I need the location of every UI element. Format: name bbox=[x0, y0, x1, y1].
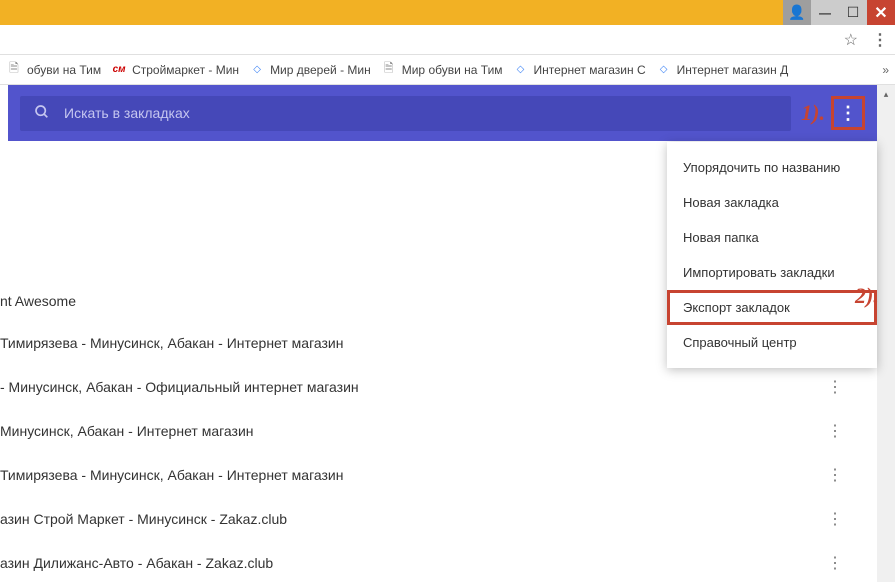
scroll-up-icon[interactable]: ▴ bbox=[877, 85, 895, 103]
maximize-button[interactable]: ☐ bbox=[839, 0, 867, 25]
bookmark-item[interactable]: смСтроймаркет - Мин bbox=[111, 62, 239, 78]
page-icon: 🗎 bbox=[381, 62, 397, 78]
annotation-1: 1). bbox=[801, 100, 825, 126]
overflow-chevron-icon[interactable]: » bbox=[882, 63, 889, 77]
bookmark-row[interactable]: Тимирязева - Минусинск, Абакан - Интерне… bbox=[0, 453, 877, 497]
menu-new-folder[interactable]: Новая папка bbox=[667, 220, 877, 255]
bookmark-item[interactable]: ◇Мир дверей - Мин bbox=[249, 62, 371, 78]
kebab-icon[interactable]: ⋮ bbox=[827, 421, 843, 441]
kebab-icon: ⋮ bbox=[839, 103, 857, 124]
diamond-icon: ◇ bbox=[656, 62, 672, 78]
menu-import-bookmarks[interactable]: Импортировать закладки bbox=[667, 255, 877, 290]
bookmark-row[interactable]: Минусинск, Абакан - Интернет магазин⋮ bbox=[0, 409, 877, 453]
kebab-icon[interactable]: ⋮ bbox=[827, 509, 843, 529]
bookmark-item[interactable]: 🗎обуви на Тим bbox=[6, 62, 101, 78]
search-icon bbox=[34, 104, 50, 123]
kebab-icon[interactable]: ⋮ bbox=[827, 553, 843, 573]
menu-sort-by-name[interactable]: Упорядочить по названию bbox=[667, 150, 877, 185]
bookmark-item[interactable]: 🗎Мир обуви на Тим bbox=[381, 62, 503, 78]
profile-icon[interactable]: 👤 bbox=[783, 0, 811, 25]
window-titlebar: 👤 — ☐ ✕ bbox=[0, 0, 895, 25]
dropdown-menu: Упорядочить по названию Новая закладка Н… bbox=[667, 142, 877, 368]
bookmark-row[interactable]: - Минусинск, Абакан - Официальный интерн… bbox=[0, 365, 877, 409]
kebab-icon[interactable]: ⋮ bbox=[827, 465, 843, 485]
address-bar: ☆ ⋮ bbox=[0, 25, 895, 55]
minimize-button[interactable]: — bbox=[811, 0, 839, 25]
close-button[interactable]: ✕ bbox=[867, 0, 895, 25]
bookmark-item[interactable]: ◇Интернет магазин Д bbox=[656, 62, 789, 78]
bookmark-item[interactable]: ◇Интернет магазин С bbox=[513, 62, 646, 78]
site-icon: см bbox=[111, 62, 127, 78]
star-icon[interactable]: ☆ bbox=[844, 30, 858, 50]
header-menu-button[interactable]: ⋮ bbox=[831, 96, 865, 130]
menu-new-bookmark[interactable]: Новая закладка bbox=[667, 185, 877, 220]
page-icon: 🗎 bbox=[6, 62, 22, 78]
browser-menu-icon[interactable]: ⋮ bbox=[872, 30, 887, 50]
annotation-2: 2). bbox=[855, 283, 879, 309]
diamond-icon: ◇ bbox=[513, 62, 529, 78]
bookmark-row[interactable]: азин Строй Маркет - Минусинск - Zakaz.cl… bbox=[0, 497, 877, 541]
menu-help-center[interactable]: Справочный центр bbox=[667, 325, 877, 360]
scrollbar[interactable]: ▴ bbox=[877, 85, 895, 582]
diamond-icon: ◇ bbox=[249, 62, 265, 78]
search-placeholder: Искать в закладках bbox=[64, 105, 190, 121]
kebab-icon[interactable]: ⋮ bbox=[827, 377, 843, 397]
bookmarks-bar: 🗎обуви на Тим смСтроймаркет - Мин ◇Мир д… bbox=[0, 55, 895, 85]
bookmarks-header: Искать в закладках 1). ⋮ bbox=[8, 85, 877, 141]
search-input[interactable]: Искать в закладках bbox=[20, 96, 791, 131]
bookmark-row[interactable]: азин Дилижанс-Авто - Абакан - Zakaz.club… bbox=[0, 541, 877, 582]
menu-export-bookmarks[interactable]: Экспорт закладок bbox=[667, 290, 877, 325]
